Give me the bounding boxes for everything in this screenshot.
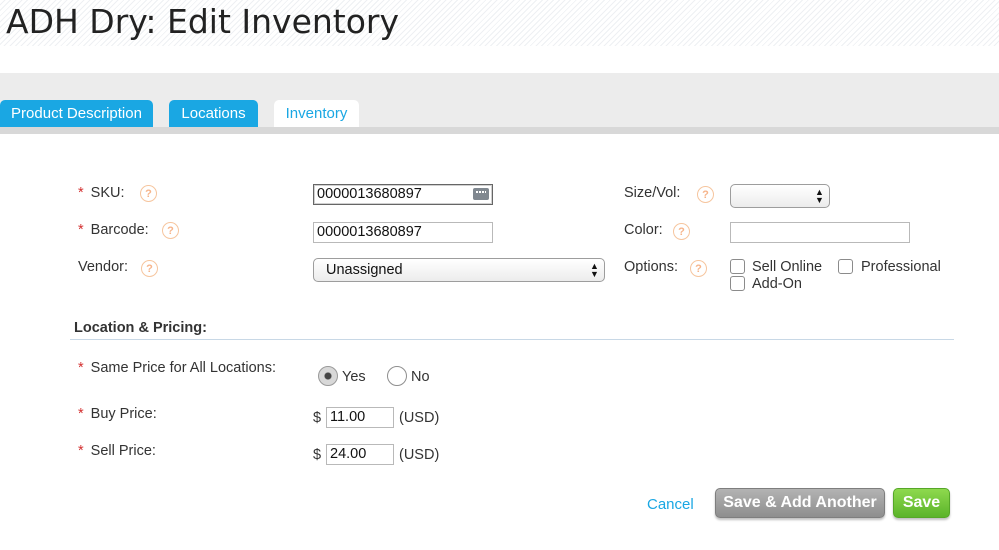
tab-inventory[interactable]: Inventory [274,100,359,127]
sell-price-unit: (USD) [399,447,440,463]
options-help-icon[interactable]: ? [690,260,707,277]
same-price-no-radio[interactable] [387,366,407,386]
vendor-help-icon[interactable]: ? [141,260,158,277]
required-marker: * [78,406,84,422]
size-vol-label: Size/Vol: [624,185,681,201]
color-help-icon[interactable]: ? [673,223,690,240]
buy-price-currency: $ [313,410,322,426]
options-label: Options: [624,259,678,275]
sell-price-input[interactable]: 24.00 [326,444,394,465]
sku-input[interactable]: 0000013680897 [313,184,493,205]
section-divider [70,339,954,340]
select-arrows-icon: ▲ ▼ [590,261,599,279]
sell-price-currency: $ [313,447,322,463]
save-button[interactable]: Save [893,488,950,518]
same-price-no-label: No [411,369,430,385]
keyboard-icon[interactable] [473,188,489,200]
color-input[interactable] [730,222,910,243]
tab-product-description[interactable]: Product Description [0,100,153,127]
sell-price-label: * Sell Price: [78,443,156,459]
required-marker: * [78,185,84,201]
barcode-label: * Barcode: [78,222,149,238]
sku-help-icon[interactable]: ? [140,185,157,202]
sell-online-label: Sell Online [752,259,823,275]
cancel-link[interactable]: Cancel [647,496,694,513]
vendor-label: Vendor: [78,259,128,275]
sell-online-checkbox[interactable] [730,259,745,274]
required-marker: * [78,222,84,238]
barcode-input[interactable]: 0000013680897 [313,222,493,243]
size-vol-help-icon[interactable]: ? [697,186,714,203]
select-arrows-icon: ▲ ▼ [815,187,824,205]
page-title: ADH Dry: Edit Inventory [6,2,400,41]
tab-locations[interactable]: Locations [169,100,258,127]
title-bar: ADH Dry: Edit Inventory [0,0,999,46]
tab-strip: Product Description Locations Inventory [0,73,999,134]
barcode-help-icon[interactable]: ? [162,222,179,239]
same-price-label: * Same Price for All Locations: [78,360,277,376]
add-on-checkbox[interactable] [730,276,745,291]
size-vol-select[interactable]: ▲ ▼ [730,184,830,208]
buy-price-unit: (USD) [399,410,440,426]
save-add-another-button[interactable]: Save & Add Another [715,488,885,518]
required-marker: * [78,443,84,459]
add-on-label: Add-On [752,276,802,292]
location-pricing-heading: Location & Pricing: [74,320,207,336]
color-label: Color: [624,222,663,238]
same-price-yes-radio[interactable] [318,366,338,386]
required-marker: * [78,360,84,376]
buy-price-label: * Buy Price: [78,406,157,422]
professional-checkbox[interactable] [838,259,853,274]
same-price-yes-label: Yes [342,369,366,385]
sku-label: * SKU: [78,185,125,201]
vendor-select[interactable]: Unassigned ▲ ▼ [313,258,605,282]
buy-price-input[interactable]: 11.00 [326,407,394,428]
tab-divider [0,127,999,134]
professional-label: Professional [861,259,941,275]
